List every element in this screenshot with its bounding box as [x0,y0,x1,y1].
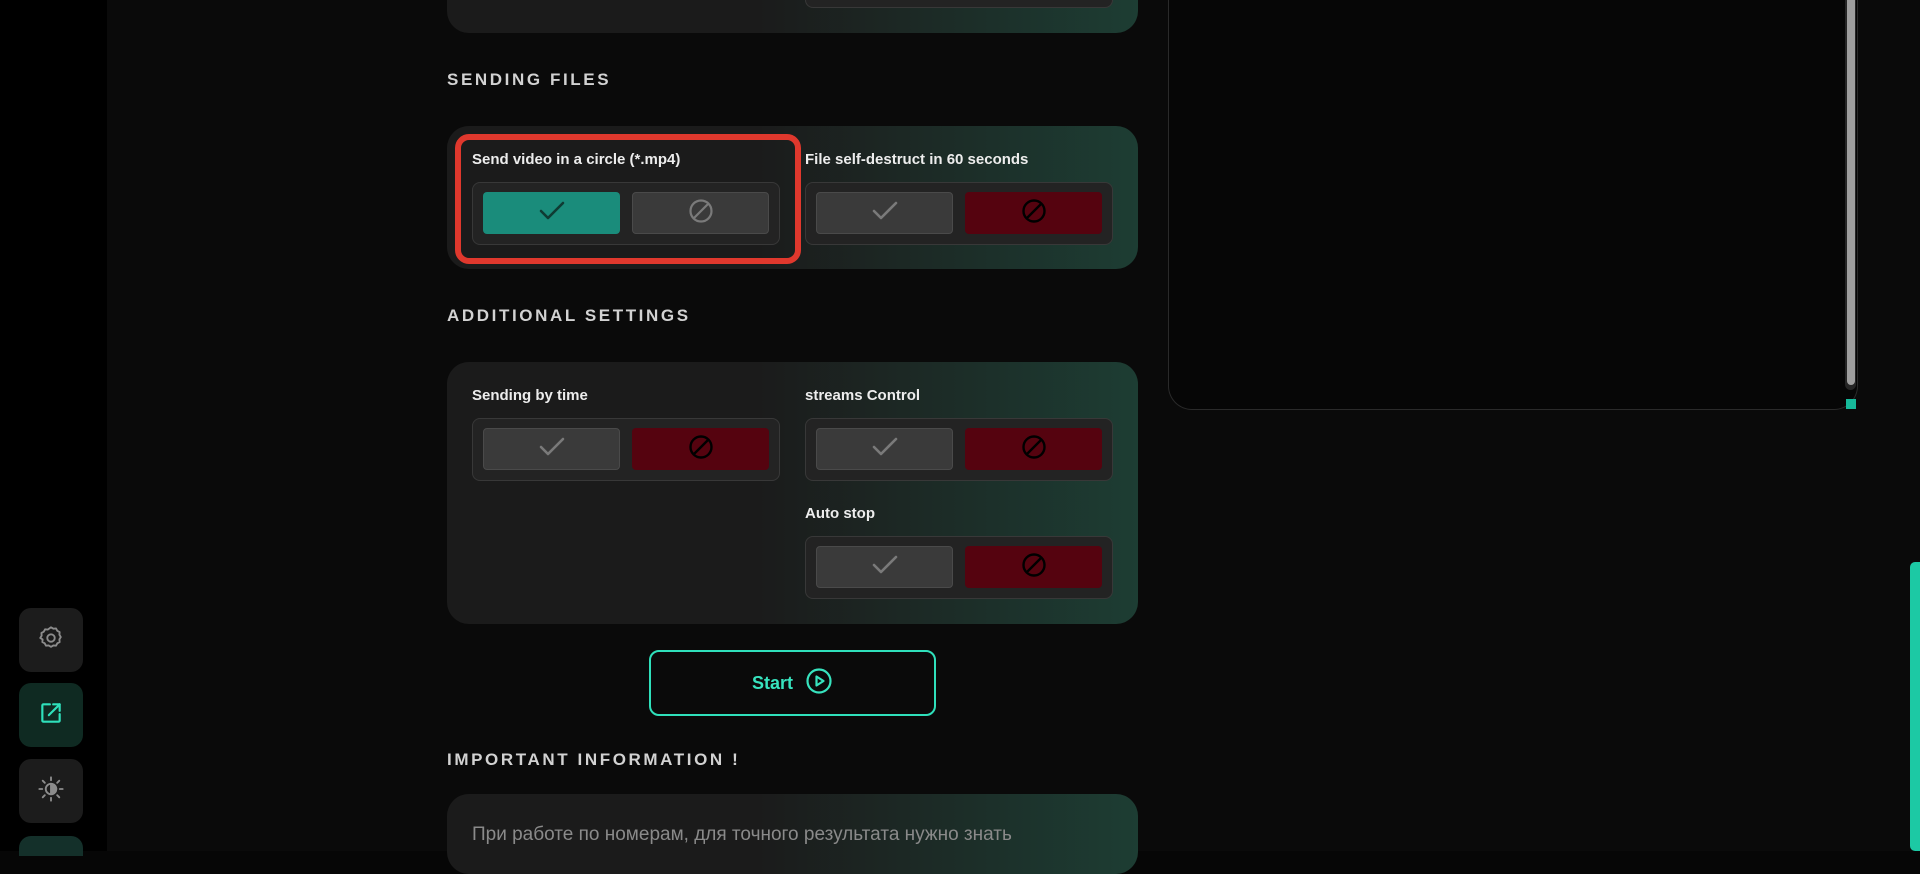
ban-icon [1021,198,1047,229]
ban-icon [1021,552,1047,583]
section-title-additional-settings: ADDITIONAL SETTINGS [447,306,691,325]
export-button[interactable] [19,683,83,747]
sending-by-time-disable-button[interactable] [632,428,769,470]
file-self-destruct-enable-button[interactable] [816,192,953,234]
streams-control-disable-button[interactable] [965,428,1102,470]
sending-by-time-label: Sending by time [472,387,588,404]
ban-icon [1021,434,1047,465]
ban-icon [688,434,714,465]
selection-highlight [455,134,801,264]
start-button[interactable]: Start [649,650,936,716]
sidebar-item-partial[interactable] [19,836,83,856]
log-scrollbar-thumb[interactable] [1847,0,1855,385]
sending-by-time-toggle [472,418,780,481]
play-circle-icon [805,667,833,700]
file-self-destruct-label: File self-destruct in 60 seconds [805,151,1029,168]
important-information-text: При работе по номерам, для точного резул… [472,824,1012,845]
auto-stop-disable-button[interactable] [965,546,1102,588]
streams-control-label: streams Control [805,387,921,404]
file-self-destruct-disable-button[interactable] [965,192,1102,234]
start-button-label: Start [751,672,793,693]
section-title-sending-files: SENDING FILES [447,70,612,89]
external-link-icon [38,700,64,731]
check-icon [871,200,899,227]
check-icon [538,436,566,463]
check-icon [871,436,899,463]
sending-by-time-enable-button[interactable] [483,428,620,470]
previous-toggle-remnant [805,0,1113,8]
important-information-card: При работе по номерам, для точного резул… [447,794,1138,874]
streams-control-toggle [805,418,1113,481]
theme-toggle-icon [37,775,65,808]
auto-stop-label: Auto stop [805,505,875,522]
gear-icon [37,624,65,657]
log-panel[interactable] [1168,0,1858,410]
file-self-destruct-toggle [805,182,1113,245]
page-scrollbar-thumb[interactable] [1910,562,1920,851]
streams-control-enable-button[interactable] [816,428,953,470]
check-icon [871,554,899,581]
log-resize-handle[interactable] [1846,399,1856,409]
auto-stop-enable-button[interactable] [816,546,953,588]
auto-stop-toggle [805,536,1113,599]
theme-toggle-button[interactable] [19,759,83,823]
settings-button[interactable] [19,608,83,672]
section-title-important-information: IMPORTANT INFORMATION ! [447,750,741,769]
